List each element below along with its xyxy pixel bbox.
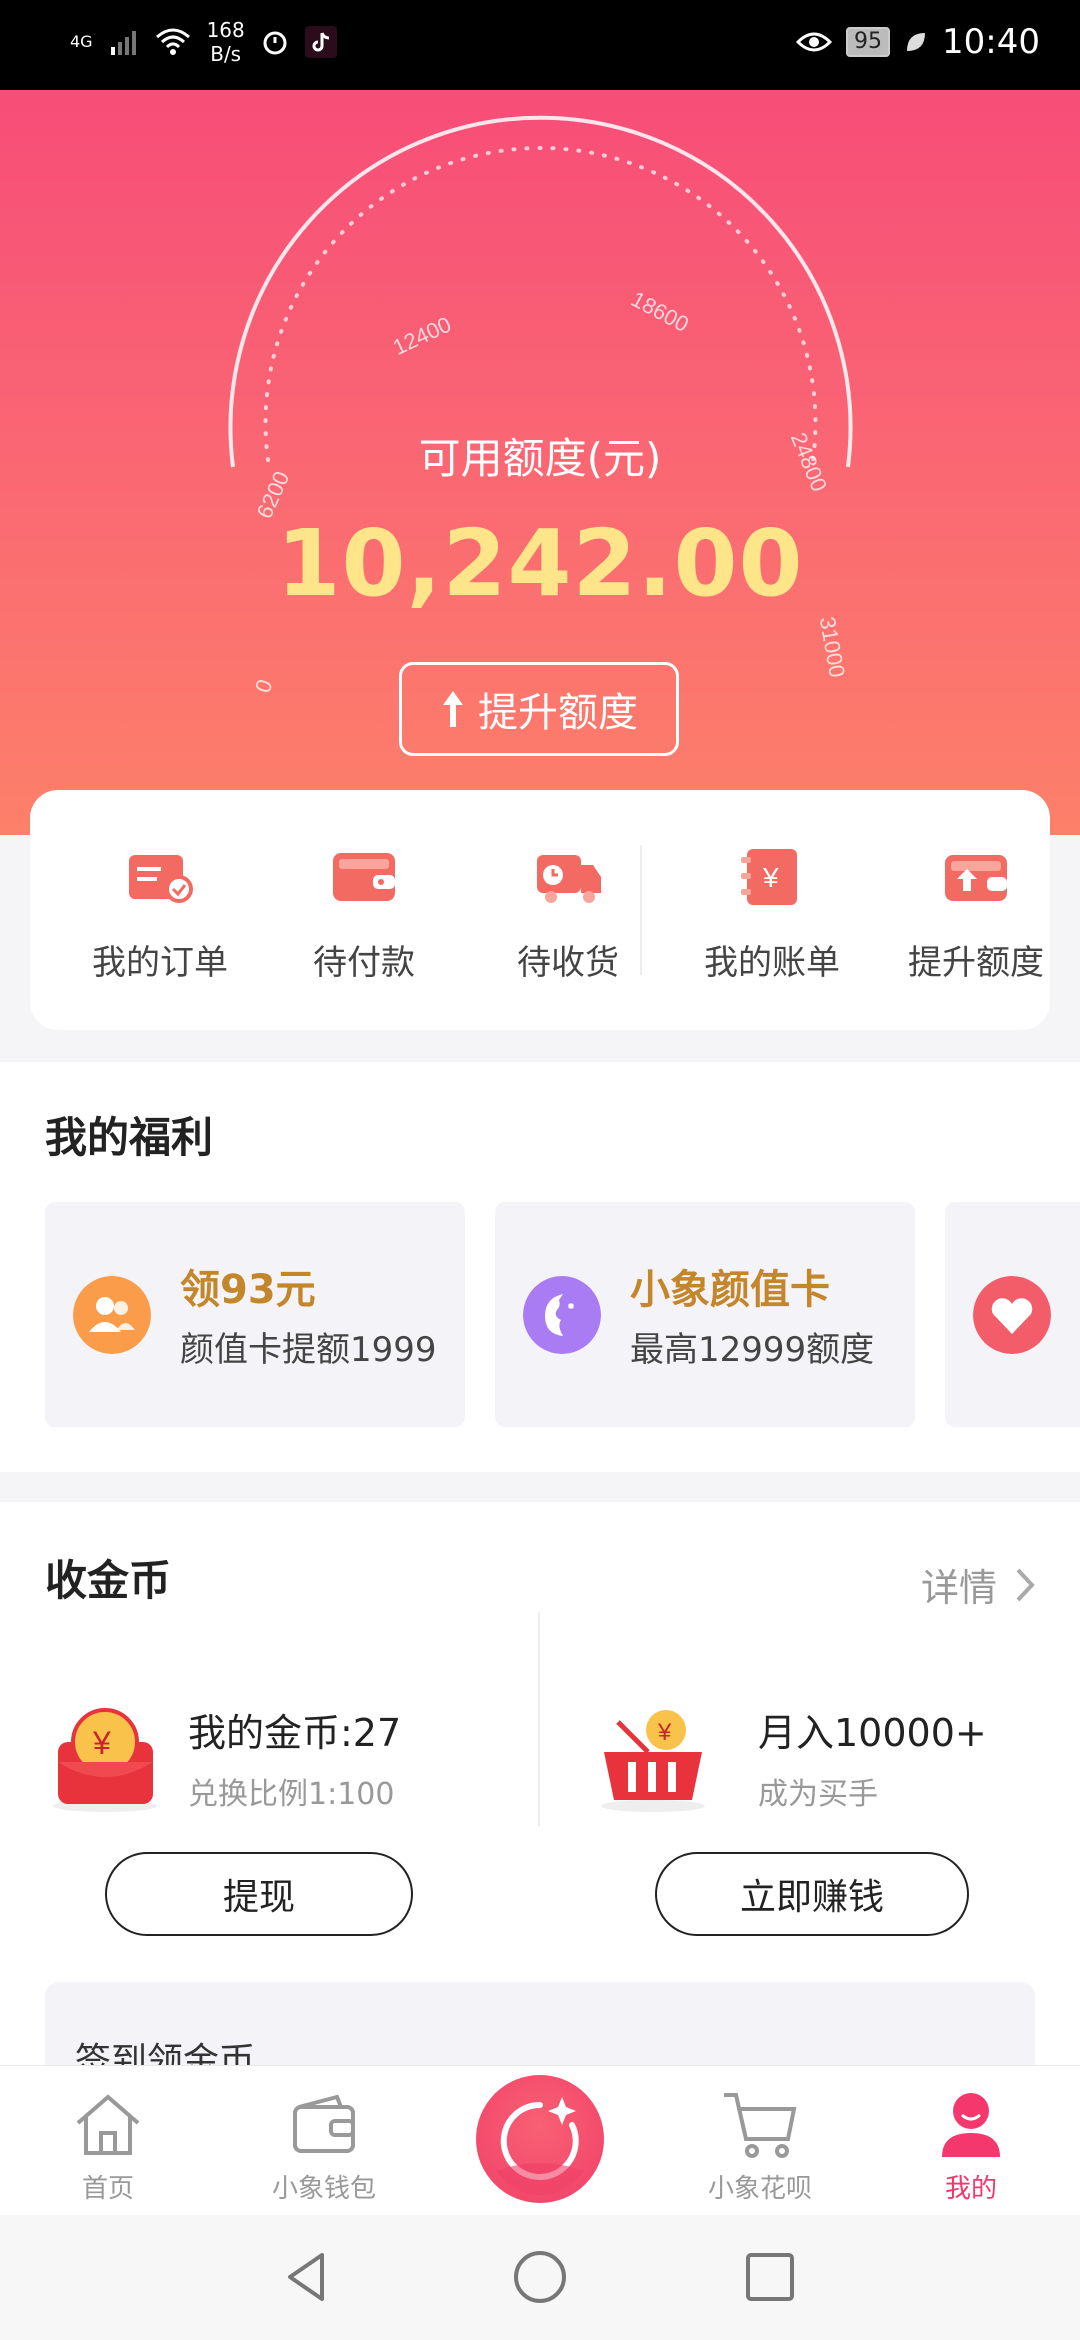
svg-text:¥: ¥: [92, 1725, 111, 1761]
heart-icon: [973, 1276, 1051, 1354]
status-bar: 4G 168 B/s 95 10:40: [0, 0, 1080, 90]
quick-action-pending-payment[interactable]: 待付款: [264, 845, 464, 984]
cart-icon: [724, 2093, 797, 2158]
quick-action-label: 待收货: [517, 943, 619, 983]
earn-subtitle: 成为买手: [758, 1777, 878, 1812]
welfare-card-title: 领93元: [180, 1267, 316, 1313]
quick-action-pending-delivery[interactable]: 待收货: [468, 845, 668, 984]
my-coins-count: 我的金币:27: [188, 1711, 402, 1755]
checkin-label: 签到领金币: [75, 2041, 256, 2065]
eye-icon: [796, 32, 833, 52]
withdraw-button[interactable]: 提现: [105, 1852, 413, 1936]
profile-icon: [942, 2093, 1000, 2157]
tiktok-icon: [304, 26, 337, 58]
status-right: 95 10:40: [796, 22, 1040, 62]
welfare-card[interactable]: [945, 1202, 1080, 1427]
available-credit-amount: 10,242.00: [276, 510, 804, 617]
welfare-card[interactable]: 小象颜值卡 最高12999额度: [495, 1202, 915, 1427]
quick-action-label: 提升额度: [908, 943, 1044, 983]
tab-label: 我的: [944, 2174, 997, 2204]
tab-profile[interactable]: 我的: [891, 2086, 1051, 2205]
welfare-title: 我的福利: [45, 1113, 214, 1162]
recents-icon[interactable]: [740, 2247, 800, 2307]
welfare-card-subtitle: 最高12999额度: [630, 1330, 875, 1370]
leaf-icon: [907, 33, 926, 51]
center-logo-icon: [496, 2097, 584, 2195]
quick-actions-card: 我的订单 待付款 待收货 ¥ 我的账单 提升额度: [30, 790, 1050, 1030]
quick-action-label: 我的账单: [704, 943, 840, 983]
red-envelope-coin-icon: ¥: [53, 1708, 157, 1812]
chevron-right-icon: [1016, 1568, 1035, 1601]
quick-action-orders[interactable]: 我的订单: [60, 845, 260, 984]
gauge-tick: 12400: [389, 312, 455, 361]
available-credit-label: 可用额度(元): [418, 434, 662, 483]
quick-action-raise-limit[interactable]: 提升额度: [876, 845, 1076, 984]
battery-icon: 95: [846, 27, 891, 57]
coins-title: 收金币: [45, 1556, 172, 1605]
quick-action-bills[interactable]: ¥ 我的账单: [672, 845, 872, 984]
home-circle-icon[interactable]: [510, 2247, 570, 2307]
net-speed-unit: B/s: [210, 42, 242, 66]
coins-detail-label: 详情: [920, 1566, 997, 1610]
svg-text:¥: ¥: [657, 1719, 672, 1746]
coins-divider: [538, 1612, 540, 1827]
raise-limit-button[interactable]: 提升额度: [399, 662, 679, 756]
net-speed-value: 168: [206, 18, 245, 42]
coins-detail-link[interactable]: 详情: [921, 1557, 1035, 1612]
face-icon: [523, 1276, 601, 1354]
gauge-tick: 0: [250, 676, 278, 696]
credit-hero: 0 6200 12400 18600 24800 31000 可用额度(元) 1…: [0, 90, 1080, 835]
wifi-icon: [155, 28, 190, 55]
welfare-card[interactable]: 领93元 颜值卡提额1999: [45, 1202, 465, 1427]
system-nav-bar: [0, 2215, 1080, 2340]
gauge-tick: 31000: [815, 615, 850, 680]
wallet-icon: [333, 853, 395, 901]
earn-now-button[interactable]: 立即赚钱: [655, 1852, 969, 1936]
delivery-truck-icon: [537, 855, 601, 903]
earn-title: 月入10000+: [758, 1711, 987, 1755]
tab-home[interactable]: 首页: [28, 2086, 188, 2205]
raise-limit-label: 提升额度: [478, 690, 638, 736]
status-left: 4G 168 B/s: [70, 18, 337, 66]
wallet-icon: [293, 2094, 355, 2153]
svg-text:¥: ¥: [762, 862, 779, 893]
tab-wallet[interactable]: 小象钱包: [244, 2086, 404, 2205]
users-icon: [73, 1276, 151, 1354]
order-icon: [129, 855, 193, 903]
coins-section: 收金币 详情 ¥ 我的金币:27 兑换比例1:100 ¥ 月入10000+ 成为…: [0, 1502, 1080, 2065]
earn-money-block: 月入10000+ 成为买手: [758, 1702, 987, 1813]
alarm-icon: [263, 31, 287, 55]
home-icon: [76, 2094, 140, 2155]
checkin-card[interactable]: 签到领金币: [45, 1982, 1035, 2065]
tab-huabei[interactable]: 小象花呗: [680, 2086, 840, 2205]
gauge-tick: 18600: [627, 286, 693, 337]
welfare-card-title: 小象颜值卡: [630, 1267, 830, 1313]
shopping-basket-icon: ¥: [601, 1710, 705, 1812]
raise-limit-icon: [945, 855, 1007, 901]
quick-action-label: 我的订单: [92, 943, 228, 983]
tab-label: 小象花呗: [707, 2174, 812, 2204]
net-speed: 168 B/s: [207, 18, 245, 66]
tab-label: 小象钱包: [271, 2174, 376, 2204]
tab-label: 首页: [81, 2174, 134, 2204]
center-logo-button[interactable]: [476, 2075, 604, 2203]
signal-icon: [110, 31, 136, 55]
exchange-rate: 兑换比例1:100: [188, 1777, 395, 1812]
bill-icon: ¥: [741, 849, 797, 905]
quick-action-label: 待付款: [313, 943, 415, 983]
back-icon[interactable]: [278, 2247, 338, 2307]
quick-actions-divider: [640, 845, 642, 975]
clock: 10:40: [942, 22, 1040, 62]
welfare-section: 我的福利 领93元 颜值卡提额1999 小象颜值卡 最高12999额度: [0, 1062, 1080, 1472]
my-coins-block: 我的金币:27 兑换比例1:100: [188, 1702, 401, 1813]
welfare-card-subtitle: 颜值卡提额1999: [180, 1330, 437, 1370]
network-type: 4G: [70, 32, 93, 51]
arrow-up-icon: [443, 691, 463, 727]
